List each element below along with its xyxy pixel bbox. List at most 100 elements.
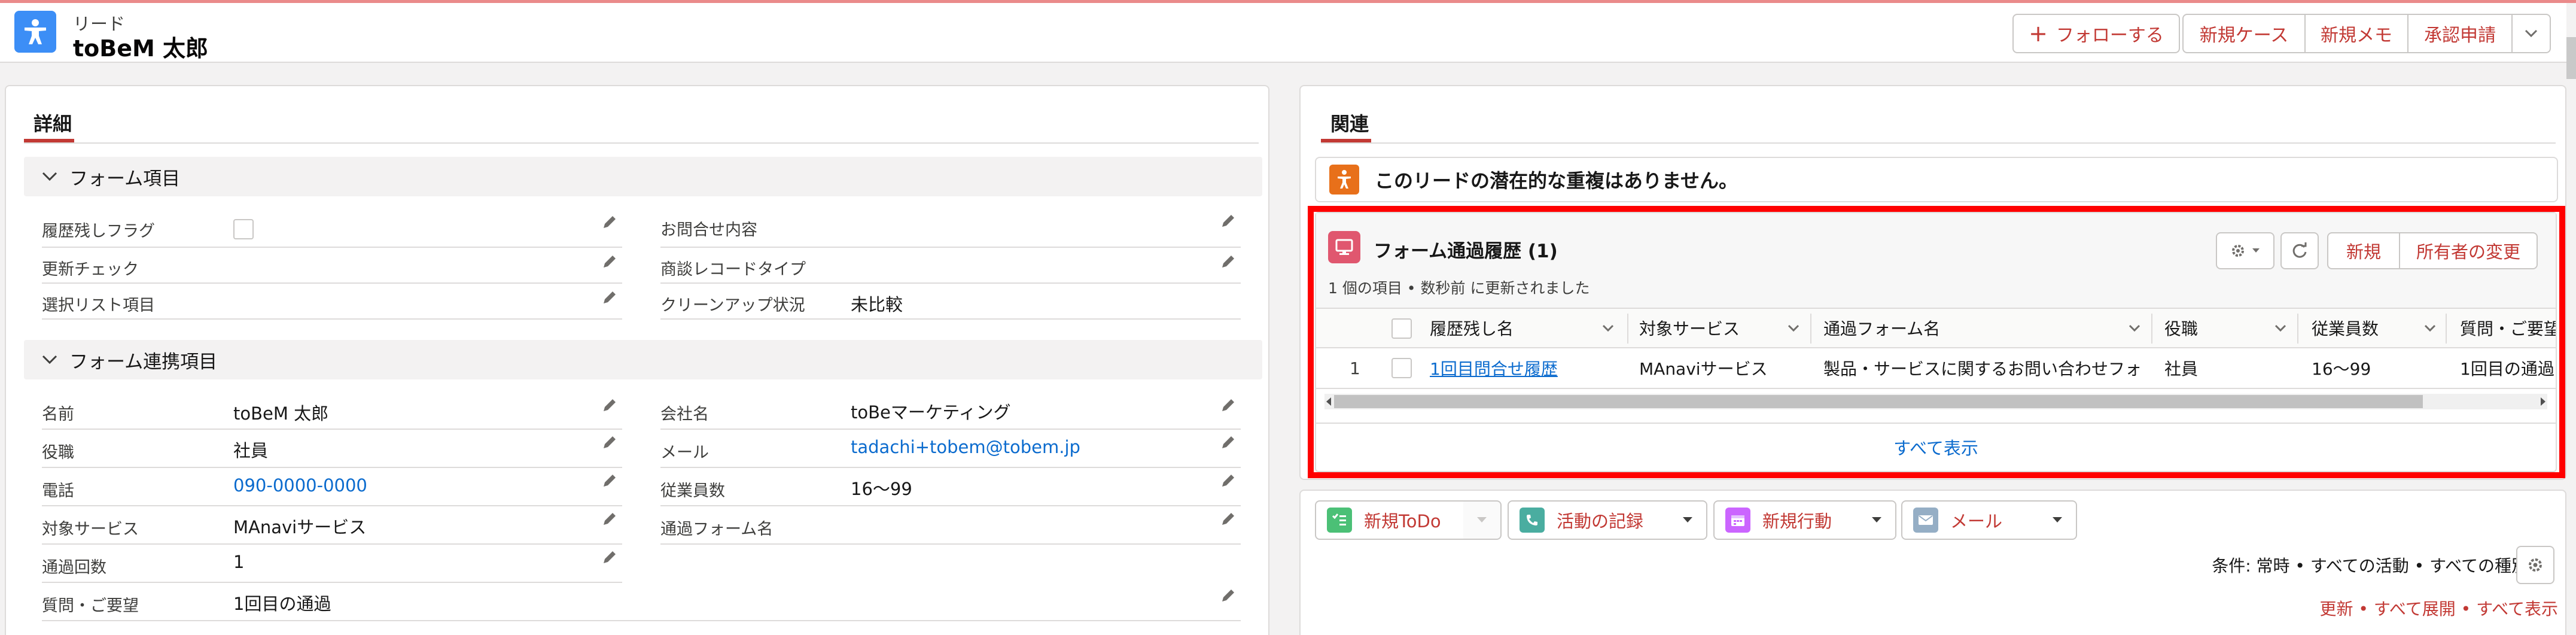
field-label: クリーンアップ状況	[660, 296, 805, 315]
pencil-icon[interactable]	[602, 254, 617, 269]
email-link[interactable]: tadachi+tobem@tobem.jp	[851, 437, 1080, 457]
chevron-down-icon[interactable]	[1788, 324, 1799, 333]
chevron-down-icon	[2053, 517, 2062, 522]
pencil-icon[interactable]	[602, 290, 617, 305]
chevron-down-icon[interactable]	[2274, 324, 2286, 333]
field-label: メール	[660, 443, 709, 462]
pencil-icon[interactable]	[1220, 511, 1236, 527]
lead-icon	[14, 11, 56, 53]
field-label: 履歴残しフラグ	[42, 222, 155, 241]
field-label: 質問・ご要望	[42, 597, 139, 615]
chevron-down-icon	[2252, 248, 2260, 253]
new-event-dropdown[interactable]	[1858, 500, 1896, 540]
chevron-down-icon[interactable]	[1602, 324, 1614, 333]
pencil-icon[interactable]	[1220, 254, 1236, 269]
pass-count-value: 1	[233, 552, 245, 572]
more-actions-dropdown[interactable]	[2511, 14, 2551, 53]
field-label: 名前	[42, 405, 74, 424]
activity-links[interactable]: 更新 • すべて展開 • すべて表示	[2320, 596, 2558, 620]
phone-link[interactable]: 090-0000-0000	[233, 475, 367, 496]
field-label: 従業員数	[660, 482, 725, 500]
section-form-link-fields[interactable]: フォーム連携項目	[24, 340, 1262, 379]
activity-settings-button[interactable]	[2516, 546, 2554, 584]
list-title[interactable]: フォーム通過履歴 (1)	[1374, 236, 1558, 263]
target-service-value: MAnaviサービス	[233, 517, 367, 537]
field-divider	[660, 282, 1241, 284]
new-case-button[interactable]: 新規ケース	[2182, 14, 2306, 53]
pencil-icon[interactable]	[1220, 473, 1236, 488]
column-header[interactable]: 従業員数	[2312, 309, 2431, 347]
row-checkbox[interactable]	[1391, 358, 1412, 378]
list-subtitle: 1 個の項目 • 数秒前 に更新されました	[1328, 279, 1590, 297]
email-button[interactable]: メール	[1901, 500, 2040, 540]
field-label: 通過フォーム名	[660, 520, 774, 539]
column-header[interactable]: 役職	[2164, 309, 2284, 347]
duplicate-icon	[1329, 165, 1359, 195]
activity-filter-text: 条件: 常時 • すべての活動 • すべての種別	[2212, 556, 2528, 576]
log-activity-button[interactable]: 活動の記録	[1508, 500, 1670, 540]
chevron-down-icon[interactable]	[2129, 324, 2140, 333]
column-header[interactable]: 履歴残し名	[1430, 309, 1621, 347]
email-dropdown[interactable]	[2039, 500, 2077, 540]
new-memo-button[interactable]: 新規メモ	[2304, 14, 2408, 53]
follow-label: フォローする	[2056, 25, 2164, 46]
select-all-checkbox[interactable]	[1391, 318, 1412, 339]
pencil-icon[interactable]	[1220, 588, 1236, 603]
pencil-icon[interactable]	[1220, 435, 1236, 450]
tab-divider	[24, 142, 1259, 144]
scroll-right-icon[interactable]	[2539, 396, 2547, 407]
request-value: 1回目の通過	[233, 594, 331, 614]
scroll-left-icon[interactable]	[1324, 396, 1333, 407]
field-label: 更新チェック	[42, 260, 139, 279]
field-label: 電話	[42, 482, 74, 500]
pencil-icon[interactable]	[602, 397, 617, 413]
field-divider	[42, 247, 622, 248]
new-todo-button[interactable]: 新規ToDo	[1315, 500, 1464, 540]
view-all-link[interactable]: すべて表示	[1316, 423, 2556, 470]
column-header[interactable]: 質問・ご要望	[2460, 309, 2556, 347]
pencil-icon[interactable]	[602, 435, 617, 450]
section-title: フォーム項目	[69, 168, 181, 190]
chevron-down-icon	[1872, 517, 1881, 522]
pencil-icon[interactable]	[602, 511, 617, 527]
tab-related[interactable]: 関連	[1330, 109, 1369, 136]
monitor-icon	[1328, 231, 1360, 263]
chevron-down-icon[interactable]	[2424, 324, 2436, 333]
button-label: 新規ToDo	[1364, 511, 1441, 531]
field-divider	[42, 318, 622, 320]
field-label: 通過回数	[42, 558, 106, 577]
field-divider	[660, 318, 1241, 320]
record-header: リード toBeM 太郎 + フォローする 新規ケース 新規メモ 承認申請	[0, 3, 2566, 63]
field-divider	[42, 282, 622, 284]
column-header[interactable]: 通過フォーム名	[1823, 309, 2135, 347]
page-scrollbar[interactable]	[2566, 37, 2576, 79]
chevron-down-icon	[2525, 29, 2538, 38]
pencil-icon[interactable]	[602, 549, 617, 565]
refresh-icon	[2292, 242, 2307, 258]
button-label: 新規行動	[1762, 511, 1832, 531]
refresh-button[interactable]	[2280, 232, 2319, 269]
record-link[interactable]: 1回目問合せ履歴	[1430, 348, 1621, 388]
approval-request-button[interactable]: 承認申請	[2407, 14, 2513, 53]
pencil-icon[interactable]	[1220, 213, 1236, 229]
record-name: toBeM 太郎	[73, 35, 209, 62]
todo-dropdown[interactable]	[1463, 500, 1502, 540]
details-card: 詳細 フォーム項目 履歴残しフラグ 更新チェック 選択リスト項目 お問合せ内容 …	[5, 85, 1269, 635]
section-form-fields[interactable]: フォーム項目	[24, 157, 1262, 196]
tab-details[interactable]: 詳細	[34, 109, 72, 136]
column-header[interactable]: 対象サービス	[1639, 309, 1807, 347]
change-owner-button[interactable]: 所有者の変更	[2399, 232, 2538, 269]
field-divider	[660, 247, 1241, 248]
follow-button[interactable]: + フォローする	[2012, 14, 2180, 53]
new-button[interactable]: 新規	[2327, 232, 2400, 269]
pencil-icon[interactable]	[1220, 397, 1236, 413]
new-event-button[interactable]: 新規行動	[1713, 500, 1859, 540]
column-divider	[1810, 314, 1811, 344]
scrollbar-thumb[interactable]	[1334, 395, 2423, 408]
calendar-icon	[1725, 508, 1750, 533]
list-settings-button[interactable]	[2216, 232, 2274, 269]
pencil-icon[interactable]	[602, 214, 617, 230]
log-activity-dropdown[interactable]	[1669, 500, 1707, 540]
pencil-icon[interactable]	[602, 473, 617, 488]
gear-icon	[2529, 558, 2542, 572]
